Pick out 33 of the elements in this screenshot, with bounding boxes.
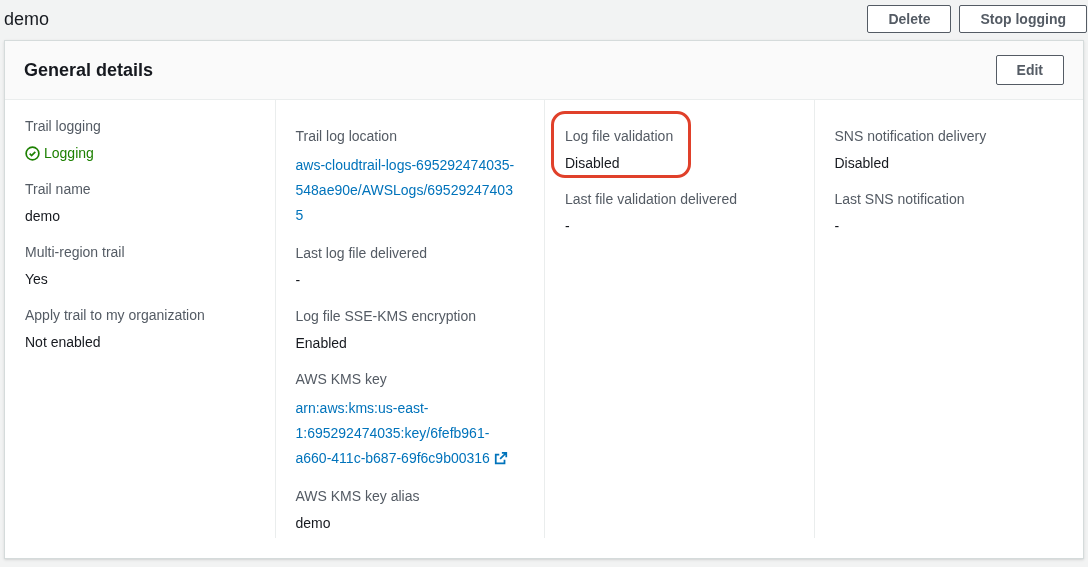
field-label: Last SNS notification (834, 190, 966, 209)
link[interactable]: arn:aws:kms:us-east-1:695292474035:key/6fefb961-a660-411c-b687-69f6c9b00316 (295, 396, 520, 471)
field-label: Last file validation delivered (565, 190, 738, 209)
field-label: Trail name (25, 180, 92, 199)
field-value: Disabled (565, 154, 621, 173)
field-value: Yes (25, 270, 49, 289)
field-label: Log file SSE-KMS encryption (295, 307, 478, 326)
field-label: Trail logging (25, 117, 102, 136)
field-label: Last log file delivered (295, 244, 429, 263)
edit-button[interactable]: Edit (995, 55, 1064, 85)
field-value: demo (25, 207, 62, 226)
field-label: Multi-region trail (25, 243, 126, 262)
external-link-icon (493, 451, 508, 465)
field-value: - (834, 217, 841, 236)
link[interactable]: aws-cloudtrail-logs-695292474035-548ae90e/AWSLogs/695292474035 (295, 153, 520, 228)
field-label: Apply trail to my organization (25, 306, 206, 325)
field-label: SNS notification delivery (834, 127, 988, 146)
field-label: Trail log location (295, 127, 398, 146)
status-text: Logging (44, 144, 94, 163)
check-circle-icon (25, 146, 40, 161)
field-label: AWS KMS key (295, 370, 388, 389)
header-button[interactable]: Stop logging (959, 5, 1087, 33)
header-button[interactable]: Delete (867, 5, 952, 33)
field-label: Log file validation (565, 127, 675, 146)
field-value: demo (295, 514, 332, 533)
field-value: Not enabled (25, 333, 102, 352)
page-title: demo (4, 7, 50, 31)
field-label: AWS KMS key alias (295, 487, 421, 506)
field-value: - (565, 217, 571, 236)
field-value: Enabled (295, 334, 348, 353)
card-title: General details (24, 58, 154, 82)
field-value: - (295, 271, 302, 290)
field-value: Disabled (834, 154, 890, 173)
